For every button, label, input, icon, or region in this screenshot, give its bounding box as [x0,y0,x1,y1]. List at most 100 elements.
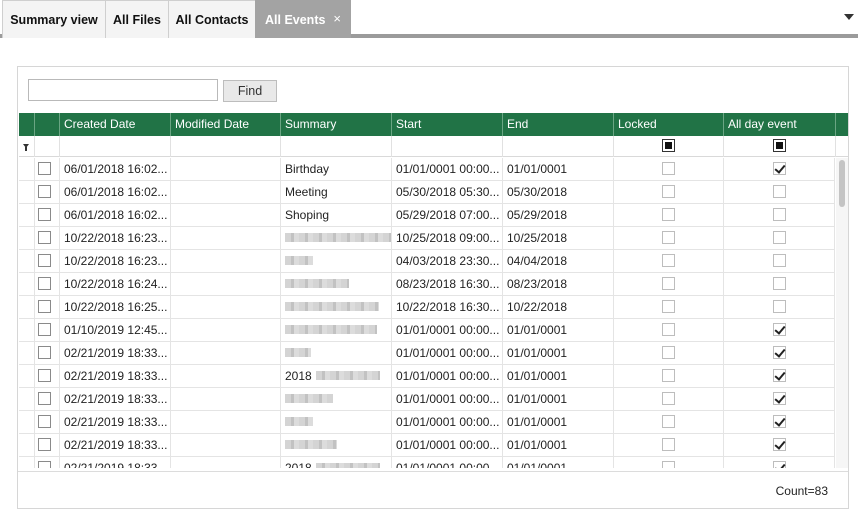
table-row[interactable]: 02/21/2019 18:33... 2018 01/01/0001 00:00.… [19,365,835,388]
table-row[interactable]: 02/21/2019 18:33... 01/01/0001 00:00... 01… [19,411,835,434]
row-select-checkbox[interactable] [38,438,51,451]
close-icon[interactable]: × [333,11,341,26]
header-summary[interactable]: Summary [281,113,392,136]
tab-all-events[interactable]: All Events × [255,0,351,38]
row-select-checkbox[interactable] [38,369,51,382]
cell-all-day-event [724,227,835,249]
table-row[interactable]: 02/21/2019 18:33... 01/01/0001 00:00... 01… [19,342,835,365]
all-day-checkbox[interactable] [773,346,786,359]
vertical-scrollbar[interactable] [836,158,848,468]
locked-checkbox[interactable] [662,254,675,267]
all-day-checkbox[interactable] [773,392,786,405]
chevron-down-icon[interactable] [844,14,854,20]
row-select-cell [35,296,60,318]
cell-all-day-event [724,342,835,364]
cell-summary [281,273,392,295]
find-button[interactable]: Find [223,80,277,102]
locked-checkbox[interactable] [662,162,675,175]
header-select[interactable] [35,113,60,136]
table-row[interactable]: 06/01/2018 16:02... Meeting 05/30/2018 05:… [19,181,835,204]
cell-created-date: 10/22/2018 16:25... [60,296,171,318]
table-row[interactable]: 02/21/2019 18:33... 01/01/0001 00:00... 01… [19,388,835,411]
cell-created-date: 06/01/2018 16:02... [60,204,171,226]
filter-end[interactable] [503,136,614,157]
all-day-checkbox[interactable] [773,300,786,313]
all-day-checkbox[interactable] [773,254,786,267]
row-select-checkbox[interactable] [38,461,51,468]
cell-summary [281,388,392,410]
row-select-checkbox[interactable] [38,277,51,290]
row-select-checkbox[interactable] [38,162,51,175]
row-select-checkbox[interactable] [38,323,51,336]
filter-icon[interactable] [23,144,29,151]
row-select-cell [35,227,60,249]
header-all-day-event[interactable]: All day event [724,113,836,136]
filter-locked-checkbox[interactable] [662,139,675,152]
table-row[interactable]: 06/01/2018 16:02... Shoping 05/29/2018 07:… [19,204,835,227]
row-select-checkbox[interactable] [38,415,51,428]
cell-summary: 2018 [281,365,392,387]
filter-start[interactable] [392,136,503,157]
table-row[interactable]: 02/21/2019 18:33... 01/01/0001 00:00... 01… [19,434,835,457]
locked-checkbox[interactable] [662,323,675,336]
all-day-checkbox[interactable] [773,438,786,451]
locked-checkbox[interactable] [662,438,675,451]
tab-summary-view[interactable]: Summary view [2,0,106,38]
table-row[interactable]: 10/22/2018 16:23... 10/25/2018 09:00... 10… [19,227,835,250]
filter-summary[interactable] [281,136,392,157]
row-select-checkbox[interactable] [38,231,51,244]
header-created-date[interactable]: Created Date [60,113,171,136]
row-select-checkbox[interactable] [38,185,51,198]
row-select-checkbox[interactable] [38,392,51,405]
locked-checkbox[interactable] [662,277,675,290]
table-row[interactable]: 02/21/2019 18:33... 2018 01/01/0001 00:00.… [19,457,835,468]
filter-modified-date[interactable] [171,136,281,157]
locked-checkbox[interactable] [662,208,675,221]
header-locked[interactable]: Locked [614,113,724,136]
all-day-checkbox[interactable] [773,277,786,290]
row-select-cell [35,342,60,364]
scrollbar-thumb[interactable] [839,160,845,207]
locked-checkbox[interactable] [662,300,675,313]
filter-all-day-checkbox[interactable] [773,139,786,152]
table-row[interactable]: 10/22/2018 16:25... 10/22/2018 16:30... 10… [19,296,835,319]
redacted-text [285,348,311,358]
row-select-checkbox[interactable] [38,346,51,359]
all-day-checkbox[interactable] [773,231,786,244]
all-day-checkbox[interactable] [773,415,786,428]
locked-checkbox[interactable] [662,346,675,359]
table-row[interactable]: 01/10/2019 12:45... 01/01/0001 00:00... 01… [19,319,835,342]
locked-checkbox[interactable] [662,461,675,468]
row-select-checkbox[interactable] [38,300,51,313]
locked-checkbox[interactable] [662,231,675,244]
header-start[interactable]: Start [392,113,503,136]
cell-end: 01/01/0001 [503,388,614,410]
header-end[interactable]: End [503,113,614,136]
filter-created-date[interactable] [60,136,171,157]
locked-checkbox[interactable] [662,185,675,198]
summary-text: Meeting [285,185,328,199]
all-day-checkbox[interactable] [773,208,786,221]
table-row[interactable]: 06/01/2018 16:02... Birthday 01/01/0001 00… [19,158,835,181]
tab-bar: Summary view All Files All Contacts All … [0,0,858,38]
table-row[interactable]: 10/22/2018 16:23... 04/03/2018 23:30... 04… [19,250,835,273]
all-day-checkbox[interactable] [773,185,786,198]
locked-checkbox[interactable] [662,369,675,382]
all-day-checkbox[interactable] [773,162,786,175]
header-modified-date[interactable]: Modified Date [171,113,281,136]
table-row[interactable]: 10/22/2018 16:24... 08/23/2018 16:30... 08… [19,273,835,296]
locked-checkbox[interactable] [662,415,675,428]
all-day-checkbox[interactable] [773,369,786,382]
tab-all-contacts[interactable]: All Contacts [168,0,256,38]
cell-start: 01/01/0001 00:00... [392,319,503,341]
cell-created-date: 06/01/2018 16:02... [60,181,171,203]
all-day-checkbox[interactable] [773,323,786,336]
all-day-checkbox[interactable] [773,461,786,468]
row-select-checkbox[interactable] [38,254,51,267]
tab-all-files[interactable]: All Files [105,0,169,38]
search-input[interactable] [28,79,218,101]
cell-modified-date [171,342,281,364]
cell-created-date: 10/22/2018 16:24... [60,273,171,295]
locked-checkbox[interactable] [662,392,675,405]
row-select-checkbox[interactable] [38,208,51,221]
